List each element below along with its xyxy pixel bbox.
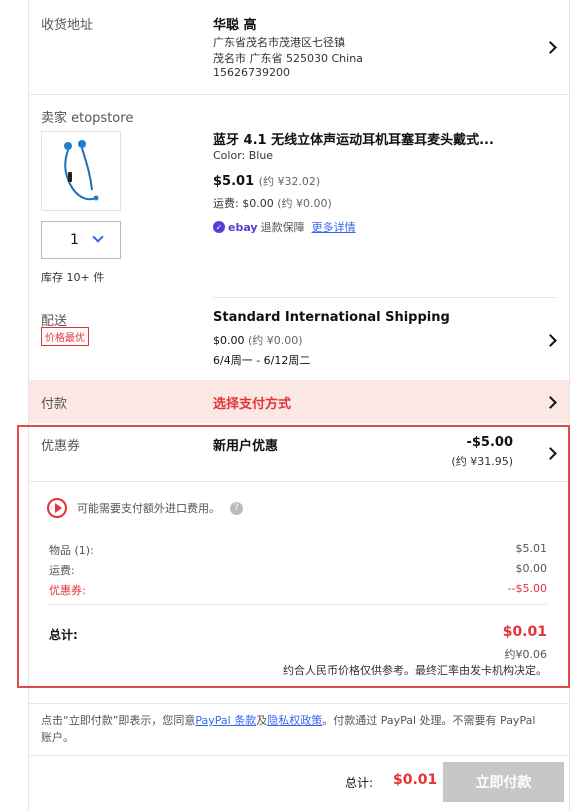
checkout-panel: 收货地址 华聪 高 广东省茂名市茂港区七径镇 茂名市 广东省 525030 Ch… bbox=[17, 0, 570, 811]
bottom-total-label: 总计: bbox=[345, 776, 374, 790]
address-label: 收货地址 bbox=[41, 18, 94, 33]
checkout-bar: 总计: $0.01 立即付款 bbox=[29, 755, 569, 811]
item-shipping-line: 运费: $0.00 (约 ¥0.00) bbox=[213, 195, 332, 211]
ebay-logo: ebay bbox=[228, 220, 258, 234]
stock-info: 库存 10+ 件 bbox=[41, 271, 105, 284]
privacy-policy-link[interactable]: 隐私权政策 bbox=[267, 714, 322, 727]
recipient-name: 华聪 高 bbox=[213, 18, 257, 33]
payment-label: 付款 bbox=[41, 397, 68, 412]
seller-name: 卖家 etopstore bbox=[41, 111, 134, 126]
chevron-right-icon[interactable] bbox=[544, 334, 557, 347]
check-icon: ✓ bbox=[213, 221, 225, 233]
item-shipping-approx: (约 ¥0.00) bbox=[277, 197, 332, 210]
address-line-2: 茂名市 广东省 525030 China bbox=[213, 52, 363, 65]
agreement-prefix: 点击“立即付款”即表示，您同意 bbox=[41, 714, 196, 727]
shipping-method-section[interactable]: 配送 价格最优 Standard International Shipping … bbox=[29, 300, 569, 380]
quantity-value: 1 bbox=[70, 232, 79, 248]
earphones-image-icon bbox=[64, 140, 99, 201]
item-variant: Color: Blue bbox=[213, 149, 274, 162]
shipping-method-name: Standard International Shipping bbox=[213, 310, 450, 325]
bottom-total-value: $0.01 bbox=[393, 772, 438, 788]
item-price: $5.01 bbox=[213, 174, 255, 189]
shipping-cost: $0.00 bbox=[213, 334, 245, 347]
guarantee-text: 退款保障 bbox=[260, 221, 305, 234]
paypal-terms-link[interactable]: PayPal 条款 bbox=[195, 714, 256, 727]
chevron-right-icon[interactable] bbox=[544, 41, 557, 54]
highlight-box bbox=[17, 425, 570, 688]
item-price-line: $5.01 (约 ¥32.02) bbox=[213, 173, 320, 189]
shipping-cost-line: $0.00 (约 ¥0.00) bbox=[213, 332, 303, 348]
agreement-text: 点击“立即付款”即表示，您同意PayPal 条款及隐私权政策。付款通过 PayP… bbox=[41, 712, 549, 746]
delivery-dates: 6/4周一 - 6/12周二 bbox=[213, 354, 311, 367]
agreement-section: 点击“立即付款”即表示，您同意PayPal 条款及隐私权政策。付款通过 PayP… bbox=[29, 703, 569, 755]
quantity-select[interactable]: 1 bbox=[41, 221, 121, 259]
money-back-guarantee: ✓ ebay 退款保障 更多详情 bbox=[213, 219, 356, 235]
address-line-1: 广东省茂名市茂港区七径镇 bbox=[213, 36, 345, 49]
chevron-right-icon[interactable] bbox=[544, 396, 557, 409]
item-shipping-label: 运费: bbox=[213, 197, 239, 210]
product-thumbnail[interactable] bbox=[41, 131, 121, 211]
divider bbox=[213, 297, 557, 298]
agreement-and: 及 bbox=[256, 714, 268, 727]
more-details-link[interactable]: 更多详情 bbox=[312, 219, 356, 235]
select-payment-method[interactable]: 选择支付方式 bbox=[213, 393, 291, 412]
shipping-cost-approx: (约 ¥0.00) bbox=[248, 334, 303, 347]
shipping-address-section[interactable]: 收货地址 华聪 高 广东省茂名市茂港区七径镇 茂名市 广东省 525030 Ch… bbox=[29, 0, 569, 95]
pay-now-button[interactable]: 立即付款 bbox=[443, 762, 564, 802]
item-title[interactable]: 蓝牙 4.1 无线立体声运动耳机耳塞耳麦头戴式... bbox=[213, 129, 494, 148]
best-price-badge: 价格最优 bbox=[41, 327, 89, 346]
item-price-approx: (约 ¥32.02) bbox=[258, 175, 321, 188]
item-shipping-value: $0.00 bbox=[242, 197, 274, 210]
payment-section[interactable]: 付款 选择支付方式 bbox=[29, 380, 569, 423]
recipient-phone: 15626739200 bbox=[213, 66, 290, 79]
chevron-down-icon bbox=[92, 231, 104, 243]
